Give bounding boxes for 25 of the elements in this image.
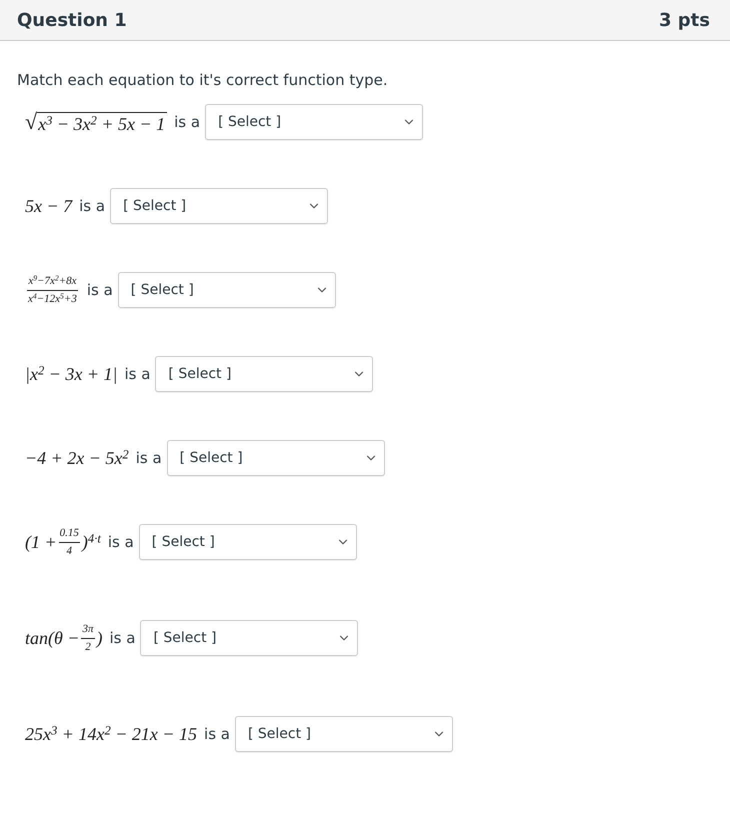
select-dropdown[interactable]: [ Select ] bbox=[140, 620, 358, 656]
math-expression: 5x − 7 bbox=[25, 196, 72, 216]
select-dropdown[interactable]: [ Select ] bbox=[234, 716, 453, 752]
connector-text: is a bbox=[204, 725, 230, 743]
math-expression: −4 + 2x − 5x$^{2}$ bbox=[25, 448, 129, 468]
question-title: Question 1 bbox=[17, 10, 127, 30]
connector-text: is a bbox=[124, 365, 150, 383]
question-prompt: Match each equation to it's correct function type. bbox=[17, 71, 389, 89]
select-dropdown[interactable]: [ Select ] bbox=[155, 356, 374, 392]
select-dropdown[interactable]: [ Select ] bbox=[166, 440, 385, 476]
select-dropdown[interactable]: [ Select ] bbox=[205, 104, 424, 140]
select-dropdown[interactable]: [ Select ] bbox=[138, 524, 357, 560]
math-expression: |x$^{2}$ − 3x + 1| bbox=[25, 364, 118, 384]
connector-text: is a bbox=[174, 113, 200, 131]
connector-text: is a bbox=[136, 449, 162, 467]
select-dropdown[interactable]: [ Select ] bbox=[110, 188, 328, 224]
points-label: 3 pts bbox=[659, 10, 710, 30]
math-expression: 25x$^{3}$ + 14x$^{2}$ − 21x − 15 bbox=[25, 724, 198, 744]
connector-text: is a bbox=[110, 629, 136, 647]
connector-text: is a bbox=[79, 197, 106, 215]
connector-text: is a bbox=[108, 533, 134, 551]
math-expression: √x$^{3}$ − 3x$^{2}$ + 5x − 1 bbox=[25, 109, 168, 135]
select-dropdown[interactable]: [ Select ] bbox=[118, 272, 336, 308]
math-expression: x$^{9}$−7x$^{2}$+8x x$^{4}$−12x$^{5}$+3 bbox=[26, 272, 79, 307]
connector-text: is a bbox=[86, 281, 113, 299]
